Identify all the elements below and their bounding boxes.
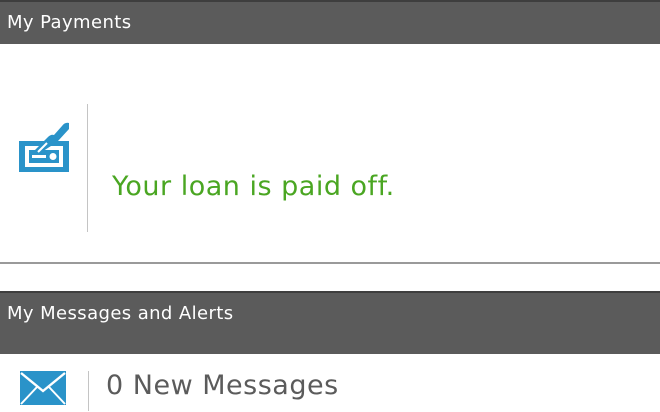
- payments-panel: Your loan is paid off.: [0, 44, 660, 262]
- payments-divider-line: [87, 104, 88, 232]
- messages-divider-line: [88, 371, 89, 411]
- messages-section-header: My Messages and Alerts: [0, 291, 660, 354]
- check-signing-icon: [19, 122, 69, 172]
- envelope-icon[interactable]: [20, 371, 66, 405]
- loan-status-text: Your loan is paid off.: [112, 171, 395, 202]
- messages-section-title: My Messages and Alerts: [7, 303, 234, 324]
- new-messages-link[interactable]: 0 New Messages: [106, 370, 339, 401]
- dashboard-page: My Payments Your loan is paid off. My Me…: [0, 0, 660, 412]
- payments-section-title: My Payments: [7, 12, 132, 33]
- section-divider: [0, 262, 660, 264]
- payments-section-header: My Payments: [0, 0, 660, 44]
